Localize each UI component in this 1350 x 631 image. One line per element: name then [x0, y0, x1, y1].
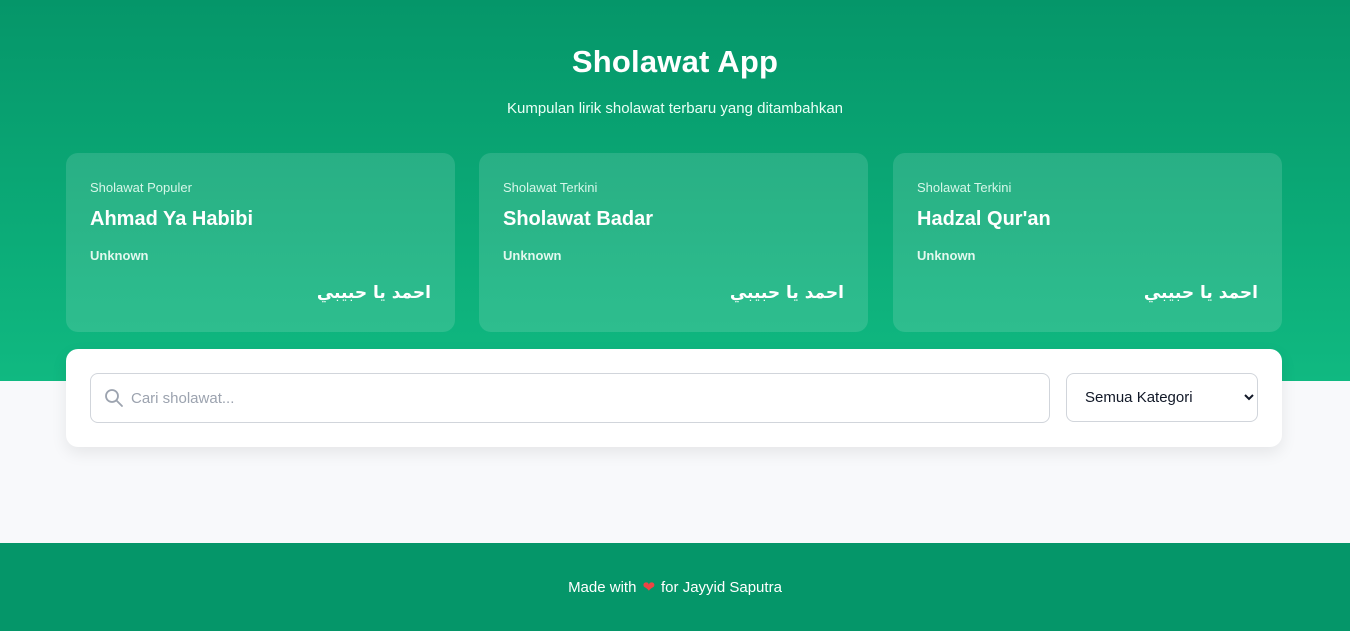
card-category: Sholawat Terkini [917, 180, 1012, 195]
category-select[interactable]: Semua Kategori [1066, 373, 1258, 422]
heart-icon: ❤ [642, 579, 656, 596]
card-title: Ahmad Ya Habibi [90, 208, 254, 230]
footer-prefix: Made with [568, 579, 637, 596]
search-box[interactable] [90, 373, 1050, 423]
card-author: Unknown [503, 248, 562, 263]
page-title: Sholawat App [571, 44, 779, 79]
featured-card-2[interactable]: Sholawat Terkini Sholawat Badar Unknown … [479, 153, 868, 332]
card-author: Unknown [90, 248, 149, 263]
card-arabic-text: احمد يا حبيبي [316, 283, 431, 303]
footer-suffix: for Jayyid Saputra [661, 579, 782, 596]
card-category: Sholawat Terkini [503, 180, 598, 195]
card-category: Sholawat Populer [90, 180, 192, 195]
card-author: Unknown [917, 248, 976, 263]
footer-text: Made with ❤ for Jayyid Saputra [0, 578, 1350, 596]
search-panel: Semua Kategori [66, 349, 1282, 447]
card-arabic-text: احمد يا حبيبي [1143, 283, 1258, 303]
featured-card-1[interactable]: Sholawat Populer Ahmad Ya Habibi Unknown… [66, 153, 455, 332]
footer: Made with ❤ for Jayyid Saputra [0, 543, 1350, 631]
card-title: Hadzal Qur'an [917, 208, 1051, 230]
search-input[interactable] [131, 374, 1031, 422]
search-icon [105, 389, 123, 407]
card-title: Sholawat Badar [503, 208, 654, 230]
featured-card-3[interactable]: Sholawat Terkini Hadzal Qur'an Unknown ا… [893, 153, 1282, 332]
card-arabic-text: احمد يا حبيبي [729, 283, 844, 303]
hero-header: Sholawat App Kumpulan lirik sholawat ter… [0, 0, 1350, 381]
page-subtitle: Kumpulan lirik sholawat terbaru yang dit… [506, 100, 844, 117]
